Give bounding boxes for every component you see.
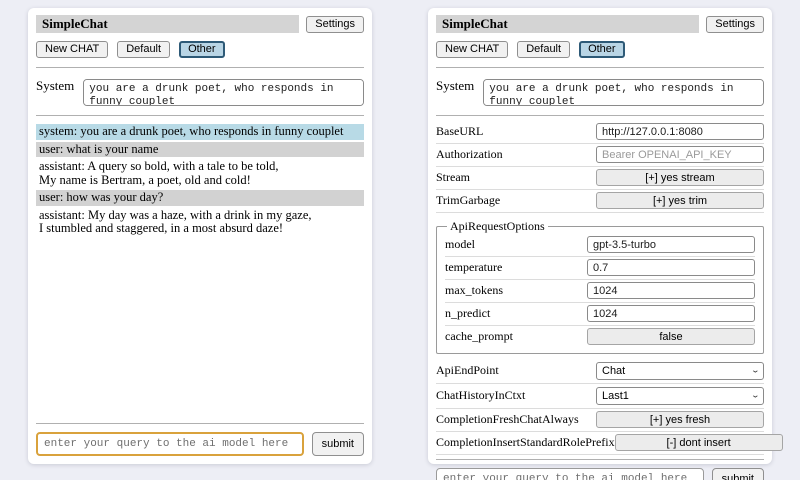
setting-row-completion-insert-standard-role-prefix: CompletionInsertStandardRolePrefix [-] d… [436,432,764,455]
chat-panel: SimpleChat Settings New CHAT Default Oth… [28,8,372,464]
model-label: model [445,237,587,252]
chat-message: user: what is your name [36,142,364,158]
api-request-options-legend: ApiRequestOptions [447,219,548,234]
query-row: submit [436,468,764,480]
stream-toggle-button[interactable]: [+] yes stream [596,169,764,186]
setting-row-chat-history-in-ctxt: ChatHistoryInCtxt Last1 ⌄ [436,384,764,409]
api-endpoint-label: ApiEndPoint [436,363,596,378]
session-toolbar: New CHAT Default Other [36,41,364,58]
completion-fresh-toggle-button[interactable]: [+] yes fresh [596,411,764,428]
chat-message: user: how was your day? [36,190,364,206]
setting-row-cache-prompt: cache_prompt false [445,326,755,348]
system-label: System [436,79,474,93]
max-tokens-input[interactable] [587,282,755,299]
system-prompt-row: System you are a drunk poet, who respond… [436,76,764,106]
session-tab-default[interactable]: Default [517,41,570,58]
divider [436,67,764,68]
setting-row-n-predict: n_predict [445,303,755,326]
max-tokens-label: max_tokens [445,283,587,298]
submit-button[interactable]: submit [312,432,364,456]
session-tab-other[interactable]: Other [579,41,625,58]
divider [436,115,764,116]
settings-button[interactable]: Settings [706,16,764,33]
app-title: SimpleChat [36,15,299,33]
setting-row-max-tokens: max_tokens [445,280,755,303]
query-input[interactable] [36,432,304,456]
system-label: System [36,79,74,93]
trimgarbage-label: TrimGarbage [436,193,596,208]
settings-panel-header: SimpleChat Settings [436,15,764,33]
setting-row-trimgarbage: TrimGarbage [+] yes trim [436,190,764,213]
baseurl-label: BaseURL [436,124,596,139]
chat-message-list: system: you are a drunk poet, who respon… [36,122,364,419]
query-input[interactable] [436,468,704,480]
setting-row-temperature: temperature [445,257,755,280]
n-predict-input[interactable] [587,305,755,322]
query-row: submit [36,432,364,456]
chat-message: assistant: A query so bold, with a tale … [36,159,364,188]
settings-panel: SimpleChat Settings New CHAT Default Oth… [428,8,772,464]
cache-prompt-toggle-button[interactable]: false [587,328,755,345]
app-title: SimpleChat [436,15,699,33]
chat-history-select-wrap: Last1 ⌄ [596,386,764,405]
chat-message: system: you are a drunk poet, who respon… [36,124,364,140]
completion-fresh-chat-always-label: CompletionFreshChatAlways [436,412,596,427]
chat-message: assistant: My day was a haze, with a dri… [36,208,364,237]
setting-row-baseurl: BaseURL [436,121,764,144]
setting-row-model: model [445,234,755,257]
baseurl-input[interactable] [596,123,764,140]
api-endpoint-select-wrap: Chat ⌄ [596,361,764,380]
setting-row-api-endpoint: ApiEndPoint Chat ⌄ [436,359,764,384]
cache-prompt-label: cache_prompt [445,329,587,344]
authorization-input[interactable] [596,146,764,163]
api-request-options-fieldset: ApiRequestOptions model temperature max_… [436,219,764,354]
temperature-input[interactable] [587,259,755,276]
api-endpoint-select[interactable]: Chat [596,362,764,380]
new-chat-button[interactable]: New CHAT [36,41,108,58]
session-tab-other[interactable]: Other [179,41,225,58]
n-predict-label: n_predict [445,306,587,321]
settings-list: BaseURL Authorization Stream [+] yes str… [436,121,764,455]
completion-insert-standard-role-prefix-label: CompletionInsertStandardRolePrefix [436,435,615,450]
divider [36,67,364,68]
model-input[interactable] [587,236,755,253]
settings-button[interactable]: Settings [306,16,364,33]
session-tab-default[interactable]: Default [117,41,170,58]
chat-history-in-ctxt-select[interactable]: Last1 [596,387,764,405]
system-prompt-input[interactable]: you are a drunk poet, who responds in fu… [483,79,764,106]
new-chat-button[interactable]: New CHAT [436,41,508,58]
session-toolbar: New CHAT Default Other [436,41,764,58]
page: SimpleChat Settings New CHAT Default Oth… [0,0,800,480]
setting-row-authorization: Authorization [436,144,764,167]
trimgarbage-toggle-button[interactable]: [+] yes trim [596,192,764,209]
completion-insert-toggle-button[interactable]: [-] dont insert [615,434,783,451]
submit-button[interactable]: submit [712,468,764,480]
chat-panel-header: SimpleChat Settings [36,15,364,33]
setting-row-completion-fresh-chat-always: CompletionFreshChatAlways [+] yes fresh [436,409,764,432]
system-prompt-input[interactable]: you are a drunk poet, who responds in fu… [83,79,364,106]
chat-history-in-ctxt-label: ChatHistoryInCtxt [436,388,596,403]
stream-label: Stream [436,170,596,185]
divider [36,423,364,424]
authorization-label: Authorization [436,147,596,162]
setting-row-stream: Stream [+] yes stream [436,167,764,190]
temperature-label: temperature [445,260,587,275]
system-prompt-row: System you are a drunk poet, who respond… [36,76,364,106]
divider [36,115,364,116]
divider [436,459,764,460]
